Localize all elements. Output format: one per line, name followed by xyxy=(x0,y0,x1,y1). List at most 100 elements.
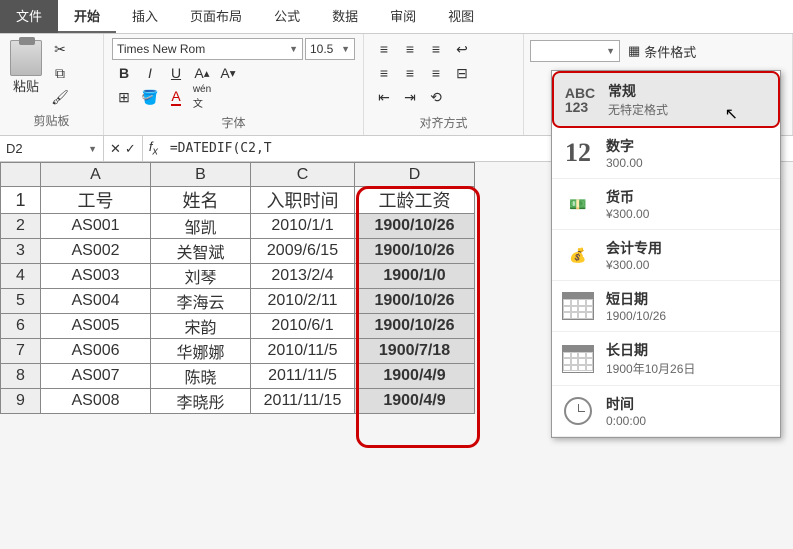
format-longdate[interactable]: 长日期 1900年10月26日 xyxy=(552,332,780,386)
row-header[interactable]: 9 xyxy=(1,389,41,414)
paste-button[interactable]: 粘贴 xyxy=(8,38,44,97)
cell[interactable]: 1900/4/9 xyxy=(355,389,475,414)
row-header-1[interactable]: 1 xyxy=(1,187,41,214)
align-bottom-button[interactable]: ≡ xyxy=(424,38,448,60)
tab-formula[interactable]: 公式 xyxy=(258,0,316,33)
font-color-button[interactable]: A xyxy=(164,86,188,108)
row-header[interactable]: 4 xyxy=(1,264,41,289)
cell[interactable]: 2010/11/5 xyxy=(251,339,355,364)
cell[interactable]: AS008 xyxy=(41,389,151,414)
name-box[interactable]: D2▼ xyxy=(0,136,104,161)
tab-file[interactable]: 文件 xyxy=(0,0,58,33)
tab-home[interactable]: 开始 xyxy=(58,0,116,33)
cell[interactable]: 2013/2/4 xyxy=(251,264,355,289)
cell[interactable]: AS001 xyxy=(41,214,151,239)
cell[interactable]: 陈晓 xyxy=(151,364,251,389)
confirm-formula-button[interactable]: ✓ xyxy=(125,141,136,157)
cell[interactable]: 1900/1/0 xyxy=(355,264,475,289)
cell[interactable]: 工号 xyxy=(41,187,151,214)
cell[interactable]: 1900/10/26 xyxy=(355,239,475,264)
shrink-font-button[interactable]: A▾ xyxy=(216,62,240,84)
cell[interactable]: 工龄工资 xyxy=(355,187,475,214)
cell[interactable]: AS006 xyxy=(41,339,151,364)
cell[interactable]: 1900/10/26 xyxy=(355,289,475,314)
select-all-corner[interactable] xyxy=(1,163,41,187)
conditional-format-button[interactable]: ▦ 条件格式 xyxy=(628,42,696,61)
cell[interactable]: 1900/4/9 xyxy=(355,364,475,389)
cell[interactable]: AS007 xyxy=(41,364,151,389)
row-header[interactable]: 7 xyxy=(1,339,41,364)
col-header-C[interactable]: C xyxy=(251,163,355,187)
format-number[interactable]: 12 数字 300.00 xyxy=(552,128,780,179)
border-button[interactable]: ⊞ xyxy=(112,86,136,108)
cell[interactable]: AS003 xyxy=(41,264,151,289)
cell[interactable]: 入职时间 xyxy=(251,187,355,214)
cell[interactable]: 2011/11/5 xyxy=(251,364,355,389)
tab-insert[interactable]: 插入 xyxy=(116,0,174,33)
cancel-formula-button[interactable]: ✕ xyxy=(110,141,121,157)
align-middle-button[interactable]: ≡ xyxy=(398,38,422,60)
number-format-select[interactable]: ▼ xyxy=(530,40,620,62)
cell[interactable]: 1900/10/26 xyxy=(355,214,475,239)
orientation-button[interactable]: ⟲ xyxy=(424,86,448,108)
row-header[interactable]: 3 xyxy=(1,239,41,264)
indent-decrease-button[interactable]: ⇤ xyxy=(372,86,396,108)
cell[interactable]: 1900/10/26 xyxy=(355,314,475,339)
abc123-icon: ABC123 xyxy=(562,84,598,116)
cell[interactable]: 宋韵 xyxy=(151,314,251,339)
bold-button[interactable]: B xyxy=(112,62,136,84)
cell[interactable]: AS005 xyxy=(41,314,151,339)
font-size-select[interactable]: 10.5▼ xyxy=(305,38,355,60)
cell[interactable]: 姓名 xyxy=(151,187,251,214)
fill-color-button[interactable]: 🪣 xyxy=(138,86,162,108)
align-left-button[interactable]: ≡ xyxy=(372,62,396,84)
cell[interactable]: 2010/2/11 xyxy=(251,289,355,314)
cell[interactable]: 李海云 xyxy=(151,289,251,314)
row-header[interactable]: 8 xyxy=(1,364,41,389)
tab-review[interactable]: 审阅 xyxy=(374,0,432,33)
col-header-A[interactable]: A xyxy=(41,163,151,187)
align-center-button[interactable]: ≡ xyxy=(398,62,422,84)
format-painter-button[interactable]: 🖌 xyxy=(48,86,72,108)
cell[interactable]: AS002 xyxy=(41,239,151,264)
row-header[interactable]: 5 xyxy=(1,289,41,314)
col-header-D[interactable]: D xyxy=(355,163,475,187)
indent-increase-button[interactable]: ⇥ xyxy=(398,86,422,108)
tab-view[interactable]: 视图 xyxy=(432,0,490,33)
grow-font-button[interactable]: A▴ xyxy=(190,62,214,84)
row-header[interactable]: 2 xyxy=(1,214,41,239)
cell[interactable]: 邹凯 xyxy=(151,214,251,239)
accounting-icon: 💰 xyxy=(560,239,596,271)
copy-button[interactable]: ⧉ xyxy=(48,62,72,84)
row-header[interactable]: 6 xyxy=(1,314,41,339)
cell[interactable]: 刘琴 xyxy=(151,264,251,289)
cell[interactable]: 2011/11/15 xyxy=(251,389,355,414)
underline-button[interactable]: U xyxy=(164,62,188,84)
cell[interactable]: AS004 xyxy=(41,289,151,314)
font-name-select[interactable]: Times New Rom▼ xyxy=(112,38,303,60)
cell[interactable]: 李晓彤 xyxy=(151,389,251,414)
cell[interactable]: 华娜娜 xyxy=(151,339,251,364)
format-shortdate[interactable]: 短日期 1900/10/26 xyxy=(552,281,780,332)
align-right-button[interactable]: ≡ xyxy=(424,62,448,84)
cell[interactable]: 关智斌 xyxy=(151,239,251,264)
format-currency[interactable]: 💵 货币 ¥300.00 xyxy=(552,179,780,230)
wrap-text-button[interactable]: ↩ xyxy=(450,38,474,60)
cell[interactable]: 2010/1/1 xyxy=(251,214,355,239)
col-header-B[interactable]: B xyxy=(151,163,251,187)
align-top-button[interactable]: ≡ xyxy=(372,38,396,60)
format-general[interactable]: ABC123 常规 无特定格式 ↖ xyxy=(552,71,780,128)
tab-layout[interactable]: 页面布局 xyxy=(174,0,258,33)
format-accounting[interactable]: 💰 会计专用 ¥300.00 xyxy=(552,230,780,281)
tab-data[interactable]: 数据 xyxy=(316,0,374,33)
number-format-dropdown: ABC123 常规 无特定格式 ↖ 12 数字 300.00 💵 货币 ¥300… xyxy=(551,70,781,438)
italic-button[interactable]: I xyxy=(138,62,162,84)
phonetic-button[interactable]: wén文 xyxy=(190,86,214,108)
merge-button[interactable]: ⊟ xyxy=(450,62,474,84)
cell[interactable]: 1900/7/18 xyxy=(355,339,475,364)
cell[interactable]: 2010/6/1 xyxy=(251,314,355,339)
cut-button[interactable]: ✂ xyxy=(48,38,72,60)
format-time[interactable]: 时间 0:00:00 xyxy=(552,386,780,437)
fx-icon[interactable]: fx xyxy=(143,139,164,158)
cell[interactable]: 2009/6/15 xyxy=(251,239,355,264)
